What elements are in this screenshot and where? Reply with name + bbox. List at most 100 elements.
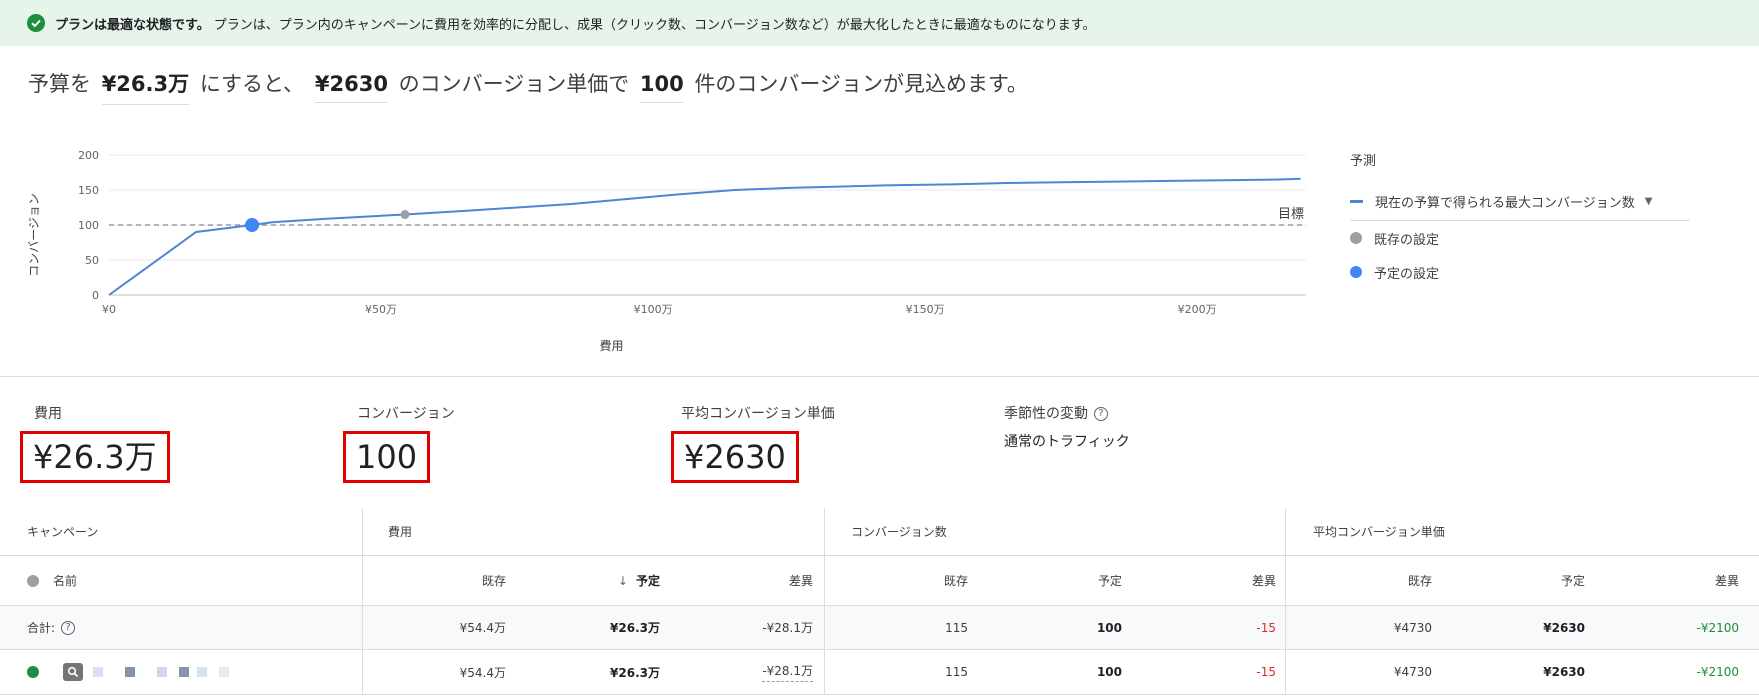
stat-cost: 費用 ¥26.3万 xyxy=(20,403,170,483)
camp-cpa-diff: -¥2100 xyxy=(1696,665,1739,679)
stat-cpa-value: ¥2630 xyxy=(671,431,799,483)
x-tick-label: ¥200万 xyxy=(1178,303,1217,316)
total-cost-existing: ¥54.4万 xyxy=(459,621,506,635)
col-cpa-planned[interactable]: 予定 xyxy=(1561,556,1585,605)
stat-seasonality-label: 季節性の変動? xyxy=(1004,403,1130,423)
help-icon[interactable]: ? xyxy=(61,620,76,635)
col-conv-planned[interactable]: 予定 xyxy=(1098,556,1122,605)
x-tick-label: ¥50万 xyxy=(365,303,397,316)
col-cost-existing[interactable]: 既存 xyxy=(482,556,506,605)
camp-cost-planned-value: ¥26.3万 xyxy=(610,665,660,680)
camp-cost-existing: ¥54.4万 xyxy=(459,665,506,680)
table-row-total: 合計:? ¥54.4万 ¥26.3万 -¥28.1万 115 100 -15 ¥… xyxy=(0,606,1759,650)
total-cpa-planned: ¥2630 xyxy=(1543,606,1585,649)
total-cost-planned-value: ¥26.3万 xyxy=(610,621,660,635)
optimization-banner: プランは最適な状態です。 プランは、プラン内のキャンペーンに費用を効率的に分配し… xyxy=(0,0,1759,46)
table-group-header: キャンペーン 費用 コンバージョン数 平均コンバージョン単価 xyxy=(0,508,1759,556)
search-campaign-icon xyxy=(63,663,83,681)
dropdown-caret-icon[interactable]: ▼ xyxy=(1645,196,1653,207)
x-tick-label: ¥100万 xyxy=(634,303,673,316)
cpa-value[interactable]: ¥2630 xyxy=(314,72,388,103)
x-axis-label: 費用 xyxy=(599,338,623,353)
forecast-summary: 予算を ¥26.3万 にすると、 ¥2630 のコンバージョン単価で 100 件… xyxy=(28,68,1028,105)
stat-conversions-label: コンバージョン xyxy=(357,406,455,422)
y-tick-label: 150 xyxy=(78,184,99,197)
camp-cpa-planned-value: ¥2630 xyxy=(1543,665,1585,679)
seasonality-label-text: 季節性の変動 xyxy=(1004,406,1088,422)
total-cpa-diff: -¥2100 xyxy=(1696,620,1739,635)
stat-cost-value: ¥26.3万 xyxy=(20,431,170,483)
legend-planned-label: 予定の設定 xyxy=(1374,266,1440,282)
summary-text: のコンバージョン単価で xyxy=(398,72,630,96)
total-label: 合計: xyxy=(27,621,56,635)
stat-cost-label: 費用 xyxy=(34,406,62,422)
check-circle-icon xyxy=(27,14,45,32)
line-swatch xyxy=(1350,200,1363,203)
col-conv-existing[interactable]: 既存 xyxy=(944,556,968,605)
redacted-name-block xyxy=(157,667,167,677)
col-cost-planned[interactable]: ↓ 予定 xyxy=(618,556,660,605)
redacted-name-block xyxy=(179,667,189,677)
redacted-name-block xyxy=(93,667,103,677)
redacted-name-block xyxy=(219,667,229,677)
redacted-name-block xyxy=(125,667,135,677)
camp-cost-diff: -¥28.1万 xyxy=(762,650,813,694)
table-column-header: 名前 既存 ↓ 予定 差異 既存 予定 差異 既存 予定 差異 xyxy=(0,556,1759,606)
total-conv-existing: 115 xyxy=(945,620,968,635)
forecast-chart[interactable]: 0 50 100 150 200 ¥0 ¥50万 ¥100万 ¥150万 ¥200万費用 コンバージ… xyxy=(20,140,1340,360)
stat-conversions-value: 100 xyxy=(343,431,431,483)
total-conv-diff: -15 xyxy=(1256,620,1276,635)
help-icon[interactable]: ? xyxy=(1094,407,1108,421)
total-cost-diff: -¥28.1万 xyxy=(762,621,813,635)
group-campaign: キャンペーン xyxy=(27,525,99,539)
col-cost-planned-label: 予定 xyxy=(635,574,660,588)
x-tick-label: ¥0 xyxy=(102,303,116,316)
x-tick-label: ¥150万 xyxy=(906,303,945,316)
col-cpa-existing[interactable]: 既存 xyxy=(1408,556,1432,605)
campaign-name-cell[interactable] xyxy=(27,650,229,694)
target-label: 目標 xyxy=(1278,207,1304,222)
legend-series-selector[interactable]: 現在の予算で得られる最大コンバージョン数 ▼ xyxy=(1350,187,1690,221)
stat-conversions: コンバージョン 100 xyxy=(343,403,455,483)
col-conv-diff[interactable]: 差異 xyxy=(1252,556,1276,605)
total-cpa-planned-value: ¥2630 xyxy=(1543,620,1585,635)
legend-planned: 予定の設定 xyxy=(1350,255,1690,289)
stat-seasonality: 季節性の変動? 通常のトラフィック xyxy=(1004,403,1130,451)
section-divider xyxy=(0,376,1759,377)
summary-text: にすると、 xyxy=(199,72,305,96)
legend-series-label: 現在の予算で得られる最大コンバージョン数 xyxy=(1375,196,1635,211)
setting-point xyxy=(245,218,260,232)
name-header: 名前 xyxy=(53,574,78,588)
conversions-value[interactable]: 100 xyxy=(639,72,684,103)
y-tick-label: 50 xyxy=(85,254,99,267)
camp-conv-planned-value: 100 xyxy=(1096,665,1122,679)
camp-cost-diff-value: -¥28.1万 xyxy=(762,662,813,682)
stat-cpa: 平均コンバージョン単価 ¥2630 xyxy=(671,403,835,483)
y-axis-label: コンバージョン xyxy=(27,193,41,277)
sort-arrow-icon: ↓ xyxy=(617,573,628,588)
camp-cost-planned[interactable]: ¥26.3万 xyxy=(610,650,660,694)
group-cpa: 平均コンバージョン単価 xyxy=(1313,525,1445,539)
chart-legend: 予測 現在の予算で得られる最大コンバージョン数 ▼ 既存の設定 予定の設定 xyxy=(1350,150,1690,289)
campaign-table: キャンペーン 費用 コンバージョン数 平均コンバージョン単価 名前 既存 ↓ 予定… xyxy=(0,508,1759,695)
summary-text: 件のコンバージョンが見込めます。 xyxy=(694,72,1028,96)
col-cost-diff[interactable]: 差異 xyxy=(789,556,813,605)
legend-existing: 既存の設定 xyxy=(1350,221,1690,255)
total-cpa-existing: ¥4730 xyxy=(1393,620,1432,635)
gray-dot-icon xyxy=(1350,232,1362,244)
legend-title: 予測 xyxy=(1350,154,1377,169)
table-row[interactable]: ¥54.4万 ¥26.3万 -¥28.1万 115 100 -15 ¥4730 … xyxy=(0,650,1759,695)
summary-text: 予算を xyxy=(28,72,91,96)
budget-value[interactable]: ¥26.3万 xyxy=(101,68,190,105)
y-tick-label: 0 xyxy=(92,289,99,302)
y-tick-label: 100 xyxy=(78,219,99,232)
group-conversions: コンバージョン数 xyxy=(851,525,947,539)
series-line xyxy=(108,177,1301,296)
camp-conv-existing: 115 xyxy=(945,665,968,679)
col-cpa-diff[interactable]: 差異 xyxy=(1715,556,1739,605)
group-cost: 費用 xyxy=(388,525,413,539)
name-header-cell[interactable]: 名前 xyxy=(27,556,77,605)
camp-cpa-existing: ¥4730 xyxy=(1393,665,1432,679)
enabled-status-icon xyxy=(27,666,39,678)
status-dot-icon xyxy=(27,574,39,587)
